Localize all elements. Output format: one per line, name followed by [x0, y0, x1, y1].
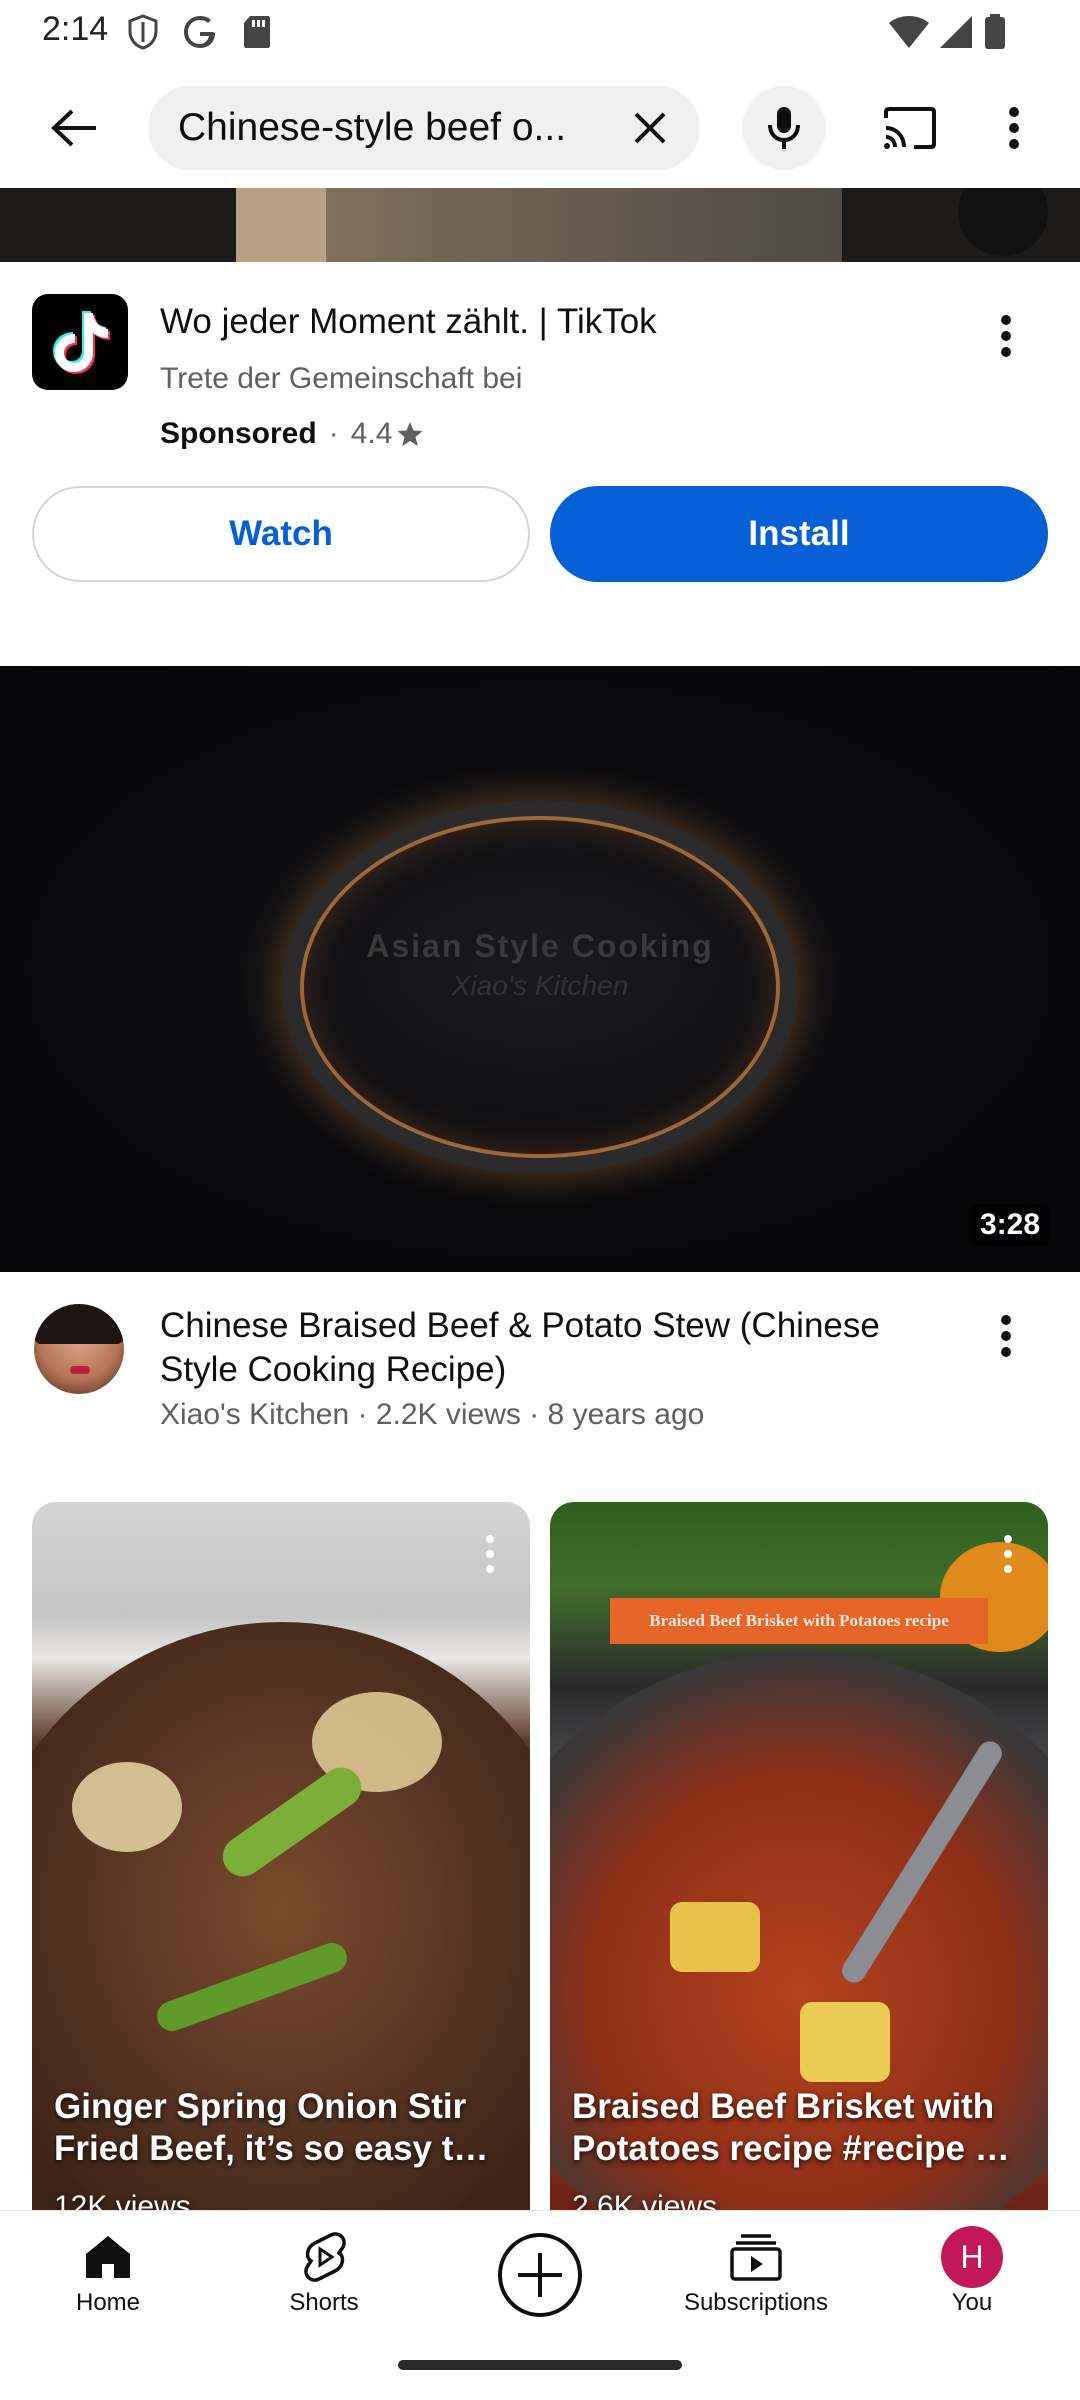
nav-you[interactable]: H You: [872, 2211, 1072, 2331]
avatar: H: [941, 2226, 1003, 2288]
ad-more-button[interactable]: [978, 298, 1034, 374]
nav-shorts-label: Shorts: [289, 2289, 359, 2316]
home-icon: [84, 2229, 132, 2285]
subscriptions-icon: [729, 2229, 783, 2285]
nav-home[interactable]: Home: [8, 2211, 208, 2331]
nav-you-icon: H: [941, 2226, 1003, 2288]
install-button[interactable]: Install: [550, 486, 1048, 582]
short-views: 2.6K views: [572, 2190, 718, 2210]
nav-you-label: You: [951, 2289, 993, 2316]
previous-video-thumbnail[interactable]: [0, 188, 1080, 262]
star-icon: [396, 420, 424, 448]
back-button[interactable]: [36, 90, 112, 166]
short-title-line: Ginger Spring Onion Stir: [54, 2087, 467, 2126]
avatar-lips-shape: [70, 1366, 90, 1374]
ad-title[interactable]: Wo jeder Moment zählt. | TikTok: [160, 302, 657, 342]
thumbnail-overlay-subtext: Xiao's Kitchen: [451, 970, 629, 1001]
cast-button[interactable]: [872, 90, 948, 166]
back-arrow-icon: [51, 109, 96, 147]
status-time: 2:14: [42, 10, 109, 48]
short-more-button[interactable]: [468, 1522, 512, 1586]
avatar-hair-shape: [34, 1304, 124, 1344]
bottom-navigation: Home Shorts Subscriptions H You: [0, 2210, 1080, 2330]
short-more-button[interactable]: [986, 1522, 1030, 1586]
more-vert-icon: [1009, 107, 1019, 149]
cast-icon: [884, 107, 936, 149]
clear-search-button[interactable]: [620, 98, 680, 158]
sponsored-ad-card: Wo jeder Moment zählt. | TikTok Trete de…: [0, 262, 1080, 666]
onion-piece-shape: [72, 1762, 182, 1852]
close-icon: [634, 112, 666, 144]
watch-button[interactable]: Watch: [32, 486, 530, 582]
potato-piece-shape: [670, 1902, 760, 1972]
more-options-button[interactable]: [984, 90, 1044, 166]
short-views: 12K views: [54, 2190, 191, 2210]
more-vert-icon: [1004, 1535, 1012, 1573]
sd-card-icon: [242, 14, 272, 55]
wifi-icon: [888, 14, 930, 55]
more-vert-icon: [1001, 1315, 1011, 1357]
channel-avatar[interactable]: [34, 1304, 124, 1394]
short-card[interactable]: Braised Beef Brisket with Potatoes recip…: [550, 1502, 1048, 2210]
more-vert-icon: [1001, 315, 1011, 357]
microphone-icon: [768, 107, 800, 149]
nav-subscriptions[interactable]: Subscriptions: [656, 2211, 856, 2331]
video-thumbnail[interactable]: Asian Style Cooking Xiao's Kitchen 3:28: [0, 666, 1080, 1272]
video-info: Chinese Braised Beef & Potato Stew (Chin…: [0, 1272, 1080, 1502]
short-banner: Braised Beef Brisket with Potatoes recip…: [610, 1598, 988, 1644]
tiktok-icon: [53, 311, 110, 374]
home-gesture-bar[interactable]: [398, 2360, 682, 2370]
short-title-line: Fried Beef, it’s so easy to ...: [54, 2129, 504, 2168]
potato-piece-shape: [800, 2002, 890, 2082]
search-toolbar: Chinese-style beef o...: [0, 64, 1080, 188]
voice-search-button[interactable]: [742, 86, 826, 170]
video-more-button[interactable]: [978, 1298, 1034, 1374]
video-meta: Xiao's Kitchen · 2.2K views · 8 years ag…: [160, 1398, 705, 1431]
short-title: Braised Beef Brisket with Potatoes recip…: [572, 2086, 1022, 2170]
more-vert-icon: [486, 1535, 494, 1573]
ad-rating: 4.4: [350, 417, 393, 450]
ad-meta: Sponsored · 4.4: [160, 417, 424, 451]
thumbnail-board-shape: [236, 188, 842, 262]
short-title-line: Braised Beef Brisket with: [572, 2087, 995, 2126]
video-title[interactable]: Chinese Braised Beef & Potato Stew (Chin…: [160, 1304, 960, 1392]
nav-subscriptions-label: Subscriptions: [683, 2289, 829, 2316]
short-title-line: Potatoes recipe #recipe #...: [572, 2129, 1022, 2168]
short-title: Ginger Spring Onion Stir Fried Beef, it’…: [54, 2086, 504, 2170]
ad-subtitle: Trete der Gemeinschaft bei: [160, 362, 523, 395]
search-input[interactable]: Chinese-style beef o...: [148, 86, 700, 170]
short-card[interactable]: Ginger Spring Onion Stir Fried Beef, it’…: [32, 1502, 530, 2210]
thumbnail-board-highlight: [236, 188, 326, 262]
search-query-text: Chinese-style beef o...: [178, 106, 567, 149]
tiktok-logo[interactable]: [32, 294, 128, 390]
battery-icon: [984, 14, 1006, 55]
thumbnail-overlay-text: Asian Style Cooking: [366, 928, 714, 964]
status-bar: 2:14: [0, 0, 1080, 64]
create-button[interactable]: [496, 2231, 584, 2319]
video-duration-badge: 3:28: [969, 1204, 1050, 1246]
add-icon: [498, 2233, 582, 2317]
sponsored-label: Sponsored: [160, 417, 317, 450]
nav-shorts[interactable]: Shorts: [224, 2211, 424, 2331]
nav-home-label: Home: [75, 2289, 141, 2316]
shorts-icon: [301, 2229, 347, 2285]
meta-separator: ·: [328, 417, 339, 450]
shield-icon: [128, 14, 158, 55]
cellular-signal-icon: [938, 14, 974, 55]
shorts-row: Ginger Spring Onion Stir Fried Beef, it’…: [0, 1502, 1080, 2210]
google-icon: [182, 14, 218, 55]
thumbnail-overlay-badge: [958, 188, 1048, 256]
